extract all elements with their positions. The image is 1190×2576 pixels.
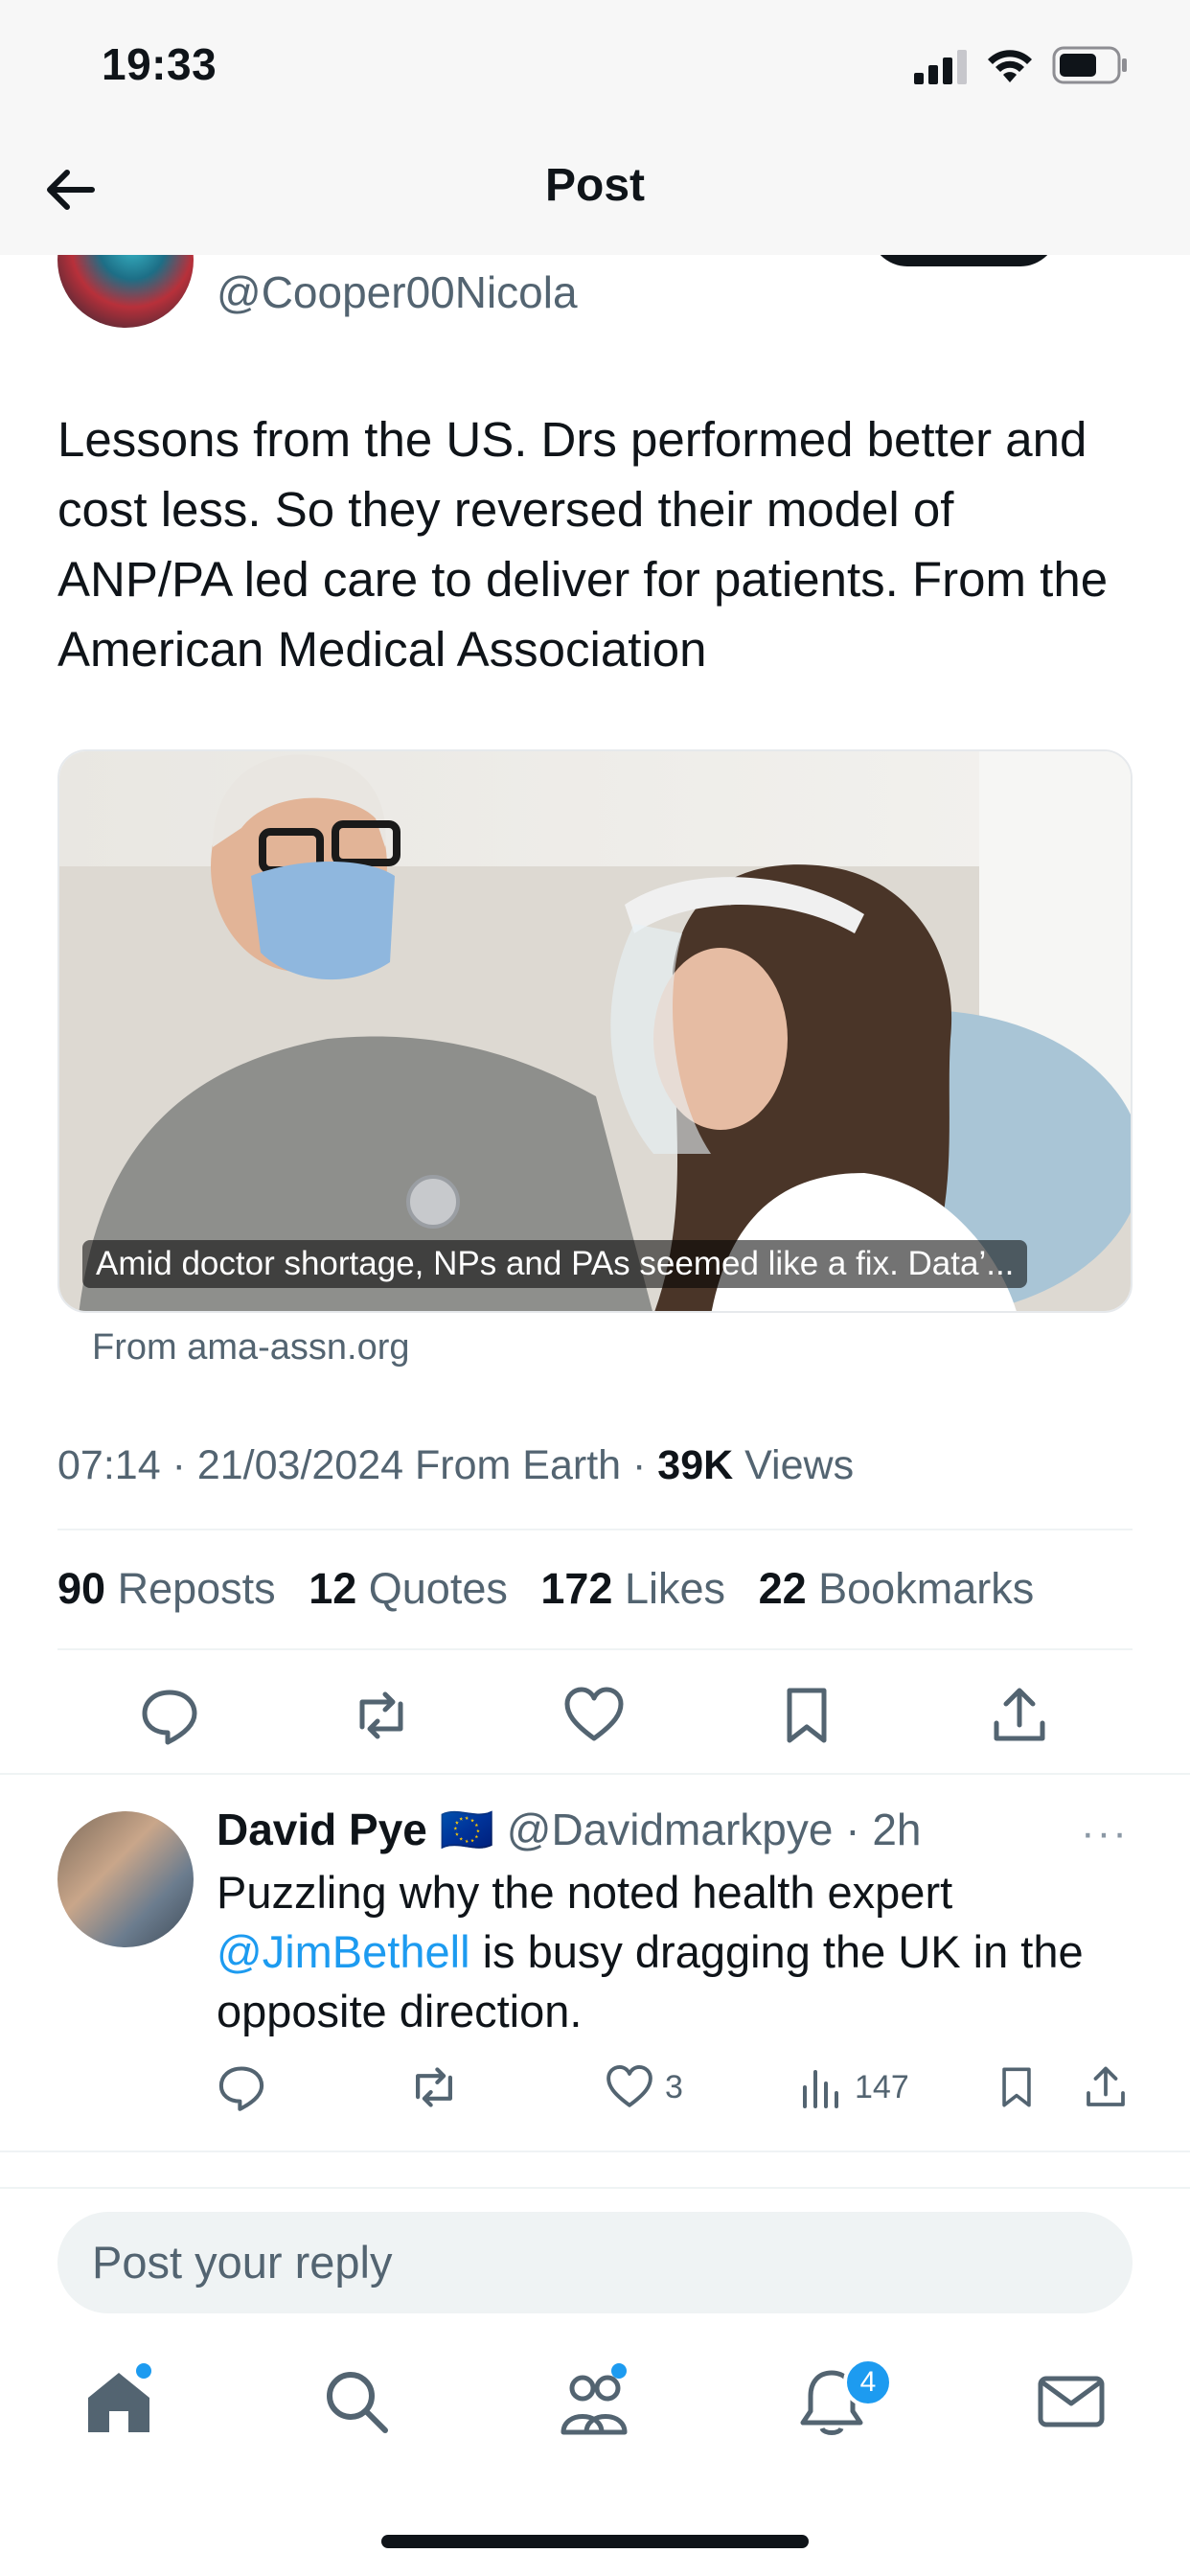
views-label[interactable]: Views <box>744 1442 854 1488</box>
meta-separator: · <box>632 1442 647 1488</box>
mention-link[interactable]: @JimBethell <box>217 1926 470 1977</box>
search-icon[interactable] <box>320 2365 393 2438</box>
link-card-image[interactable]: Amid doctor shortage, NPs and PAs seemed… <box>57 749 1133 1313</box>
link-card-source[interactable]: From ama-assn.org <box>92 1327 410 1368</box>
reply-handle-time[interactable]: @Davidmarkpye · 2h <box>507 1805 922 1854</box>
views-icon <box>803 2070 838 2108</box>
post-date: 21/03/2024 <box>196 1442 404 1488</box>
reply-avatar[interactable] <box>57 1811 194 1947</box>
reply-reply-button[interactable] <box>217 2060 266 2114</box>
reply-icon <box>218 2066 264 2111</box>
post-location: From Earth <box>415 1442 622 1488</box>
divider <box>0 1773 1190 1775</box>
reply-input[interactable]: Post your reply <box>57 2212 1133 2313</box>
signal-icon <box>914 50 967 84</box>
likes-stat[interactable]: 172 Likes <box>540 1564 746 1613</box>
reply-view-count: 147 <box>855 2068 909 2105</box>
divider <box>57 1648 1133 1650</box>
like-icon[interactable] <box>563 1685 625 1746</box>
quotes-stat[interactable]: 12 Quotes <box>309 1564 529 1613</box>
reply-views-button[interactable]: 147 <box>801 2060 909 2114</box>
link-card-title: Amid doctor shortage, NPs and PAs seemed… <box>82 1240 1028 1288</box>
post-text: Lessons from the US. Drs performed bette… <box>57 412 1109 677</box>
more-icon[interactable]: ··· <box>1081 1809 1129 1857</box>
divider <box>0 2150 1190 2152</box>
reply-text: Puzzling why the noted health expert @Ji… <box>217 1867 1084 2036</box>
status-bar: 19:33 <box>0 0 1190 125</box>
reply-share-button[interactable] <box>1083 2060 1129 2114</box>
mail-icon[interactable] <box>1035 2365 1108 2438</box>
battery-icon <box>1052 46 1127 84</box>
reply-like-count: 3 <box>665 2068 683 2105</box>
repost-icon[interactable] <box>351 1685 412 1746</box>
eu-flag-icon: 🇪🇺 <box>439 1805 494 1854</box>
views-count: 39K <box>657 1442 734 1488</box>
wifi-icon <box>988 50 1032 82</box>
header-title: Post <box>544 160 645 211</box>
author-handle[interactable]: @Cooper00Nicola <box>217 266 578 318</box>
article-photo <box>59 751 1131 1311</box>
reply-repost-button[interactable] <box>408 2060 460 2114</box>
home-unread-dot <box>136 2363 151 2379</box>
communities-unread-dot <box>611 2363 627 2379</box>
divider <box>57 1529 1133 1530</box>
meta-separator: · <box>172 1442 186 1488</box>
reply-header: David Pye 🇪🇺 @Davidmarkpye · 2h <box>217 1804 921 1856</box>
reply-author-name[interactable]: David Pye <box>217 1805 427 1854</box>
share-icon[interactable] <box>989 1685 1050 1746</box>
reply-like-button[interactable]: 3 <box>606 2060 683 2114</box>
share-icon <box>1087 2066 1125 2106</box>
reply-icon[interactable] <box>139 1685 200 1746</box>
bookmark-icon[interactable] <box>776 1685 837 1746</box>
status-time: 19:33 <box>102 39 217 89</box>
like-icon <box>606 2064 652 2107</box>
post-time: 07:14 <box>57 1442 161 1488</box>
post-meta: 07:14 · 21/03/2024 From Earth · 39K View… <box>57 1442 854 1489</box>
reply-bookmark-button[interactable] <box>995 2060 1039 2114</box>
notifications-badge: 4 <box>843 2358 893 2407</box>
bookmark-icon <box>1002 2067 1031 2107</box>
repost-icon <box>416 2067 452 2107</box>
bookmarks-stat[interactable]: 22 Bookmarks <box>759 1564 1056 1613</box>
header-overlay: Post <box>0 125 1190 255</box>
home-indicator <box>381 2535 809 2548</box>
reposts-stat[interactable]: 90 Reposts <box>57 1564 297 1613</box>
post-stats: 90 Reposts 12 Quotes 172 Likes 22 Bookma… <box>57 1564 1055 1614</box>
